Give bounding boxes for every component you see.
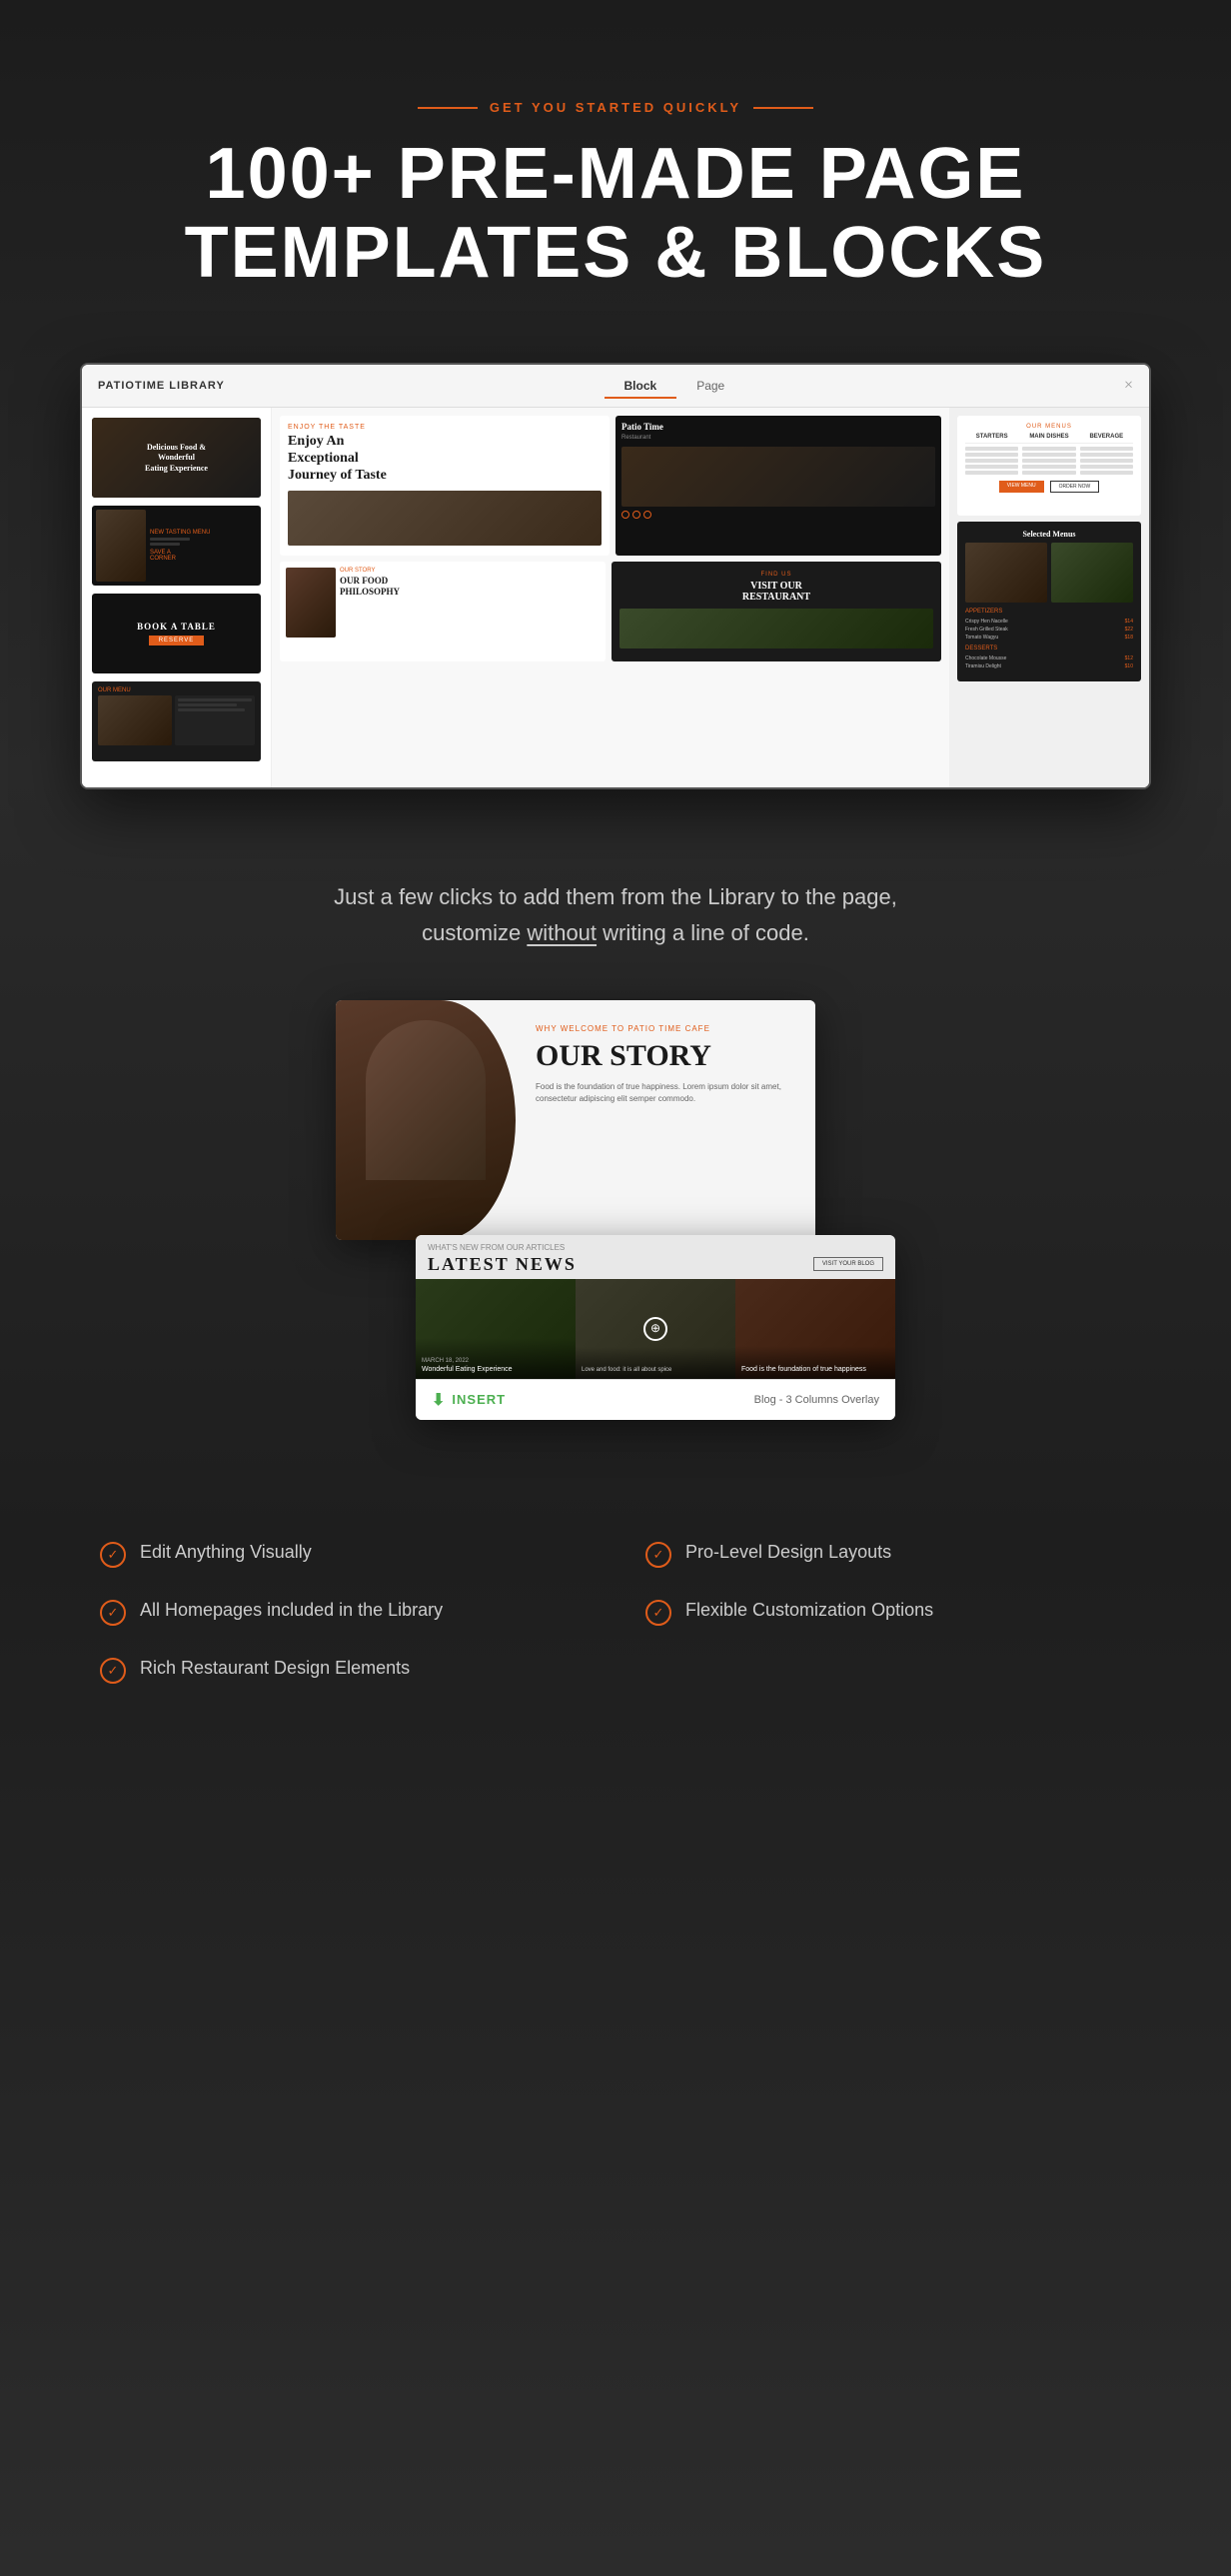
feature-text-5: Rich Restaurant Design Elements [140,1656,410,1681]
tab-block[interactable]: Block [605,375,677,397]
our-story-card: WHY WELCOME TO PATIO TIME CAFE OUR STORY… [336,1000,815,1240]
right-line [753,107,813,109]
preview-stack: WHY WELCOME TO PATIO TIME CAFE OUR STORY… [336,1000,895,1420]
page-wrapper: GET YOU STARTED QUICKLY 100+ PRE-MADE PA… [0,0,1231,2576]
news-photo-2: ⊕ Love and food: it is all about spice [576,1279,735,1379]
menu-table-header: STARTERS MAIN DISHES BEVERAGE [965,434,1133,444]
block-philosophy[interactable]: OUR STORY OUR FOODPHILOSOPHY [280,562,606,661]
table-row [965,447,1133,451]
table-row [965,459,1133,463]
feature-item-2: ✓ Pro-Level Design Layouts [645,1540,1131,1568]
check-icon-3: ✓ [100,1600,126,1626]
table-row [965,465,1133,469]
latest-news-header-area: WHAT'S NEW FROM OUR ARTICLES LATEST NEWS… [416,1235,895,1279]
features-section: ✓ Edit Anything Visually ✓ Pro-Level Des… [0,1480,1231,1724]
blocks-right-column: OUR MENUS STARTERS MAIN DISHES BEVERAGE [949,408,1149,787]
story-body: Food is the foundation of true happiness… [536,1081,795,1105]
col-beverage: BEVERAGE [1080,434,1133,440]
table-row [965,471,1133,475]
news-supertitle: WHAT'S NEW FROM OUR ARTICLES [428,1243,883,1252]
selected-menus-title: Selected Menus [965,530,1133,539]
menu-rows [965,447,1133,475]
story-label: WHY WELCOME TO PATIO TIME CAFE [536,1024,795,1033]
insert-bar: ⬇ INSERT Blog - 3 Columns Overlay [416,1379,895,1420]
visit-blog-button[interactable]: VISIT YOUR BLOG [813,1257,883,1271]
col-main: MAIN DISHES [1022,434,1075,440]
block-food-header[interactable]: Delicious Food &WonderfulEating Experien… [92,418,261,498]
middle-top-row: ENJOY THE TASTE Enjoy AnExceptionalJourn… [280,416,941,556]
menu-item-row: Tomato Wagyu $18 [965,635,1133,641]
block-type-label: Blog - 3 Columns Overlay [754,1394,879,1406]
feature-item-5: ✓ Rich Restaurant Design Elements [100,1656,586,1684]
block-visit[interactable]: FIND US VISIT OURRESTAURANT [612,562,941,661]
feature-text-4: Flexible Customization Options [685,1598,933,1623]
features-grid: ✓ Edit Anything Visually ✓ Pro-Level Des… [100,1540,1131,1684]
news-photos-row: MARCH 18, 2022 Wonderful Eating Experien… [416,1279,895,1379]
browser-content: Delicious Food &WonderfulEating Experien… [82,408,1149,787]
search-icon: ⊕ [643,1317,667,1341]
block-menu-table[interactable]: OUR MENUS STARTERS MAIN DISHES BEVERAGE [957,416,1141,516]
news-photo-3: Food is the foundation of true happiness [735,1279,895,1379]
menu-table: STARTERS MAIN DISHES BEVERAGE [965,434,1133,493]
check-icon-1: ✓ [100,1542,126,1568]
story-content: WHY WELCOME TO PATIO TIME CAFE OUR STORY… [516,1000,815,1240]
library-brand: PATIOTIME LIBRARY [98,380,225,392]
check-icon-5: ✓ [100,1658,126,1684]
blocks-middle-column: ENJOY THE TASTE Enjoy AnExceptionalJourn… [272,408,949,787]
tab-page[interactable]: Page [676,375,744,397]
eyebrow-container: GET YOU STARTED QUICKLY [60,100,1171,115]
menu-item-row: Chocolate Mousse $12 [965,655,1133,661]
check-icon-4: ✓ [645,1600,671,1626]
story-title: OUR STORY [536,1039,795,1073]
preview-section: WHY WELCOME TO PATIO TIME CAFE OUR STORY… [0,1000,1231,1480]
insert-label: ⬇ INSERT [432,1390,506,1410]
table-row [965,453,1133,457]
description-section: Just a few clicks to add them from the L… [0,839,1231,999]
block-food-menu[interactable]: OUR MENU [92,681,261,761]
feature-item-4: ✓ Flexible Customization Options [645,1598,1131,1626]
feature-item-3: ✓ All Homepages included in the Library [100,1598,586,1626]
check-icon-2: ✓ [645,1542,671,1568]
news-caption-3: Food is the foundation of true happiness [735,1346,895,1379]
download-icon: ⬇ [432,1390,446,1410]
feature-text-3: All Homepages included in the Library [140,1598,443,1623]
menu-item-row: Fresh Grilled Steak $22 [965,627,1133,633]
story-image [336,1000,516,1240]
block-tasting-menu[interactable]: NEW TASTING MENU SAVE ACORNER [92,506,261,586]
menu-item-row: Tiramisu Delight $10 [965,663,1133,669]
block-book-table[interactable]: BOOK A TABLE RESERVE [92,594,261,673]
left-line [418,107,478,109]
menu-item-row: Crispy Hen Nacelle $14 [965,619,1133,625]
middle-bottom-row: OUR STORY OUR FOODPHILOSOPHY FIND US VIS… [280,562,941,661]
browser-tabs[interactable]: Block Page [605,375,745,397]
section-header: GET YOU STARTED QUICKLY 100+ PRE-MADE PA… [0,60,1231,343]
feature-text-1: Edit Anything Visually [140,1540,312,1565]
news-caption-1: MARCH 18, 2022 Wonderful Eating Experien… [416,1338,576,1379]
news-photo-1: MARCH 18, 2022 Wonderful Eating Experien… [416,1279,576,1379]
eyebrow-text: GET YOU STARTED QUICKLY [490,100,741,115]
col-starters: STARTERS [965,434,1018,440]
library-mockup: PATIOTIME LIBRARY Block Page × Delicious… [80,363,1151,789]
menu-items: APPETIZERS Crispy Hen Nacelle $14 Fresh … [965,609,1133,669]
block-selected-menus[interactable]: Selected Menus APPETIZERS Crispy Hen Nac… [957,522,1141,681]
browser-toolbar: PATIOTIME LIBRARY Block Page × [82,365,1149,408]
feature-item-1: ✓ Edit Anything Visually [100,1540,586,1568]
blocks-left-column: Delicious Food &WonderfulEating Experien… [82,408,272,787]
block-enjoy[interactable]: ENJOY THE TASTE Enjoy AnExceptionalJourn… [280,416,610,556]
latest-news-card: WHAT'S NEW FROM OUR ARTICLES LATEST NEWS… [416,1235,895,1420]
news-caption-2: Love and food: it is all about spice [576,1347,735,1379]
feature-text-2: Pro-Level Design Layouts [685,1540,891,1565]
latest-news-title: LATEST NEWS [428,1254,577,1275]
block-patio[interactable]: Patio Time Restaurant [616,416,941,556]
close-icon[interactable]: × [1124,377,1133,395]
description-text: Just a few clicks to add them from the L… [120,879,1111,949]
main-title: 100+ PRE-MADE PAGE TEMPLATES & BLOCKS [60,135,1171,293]
